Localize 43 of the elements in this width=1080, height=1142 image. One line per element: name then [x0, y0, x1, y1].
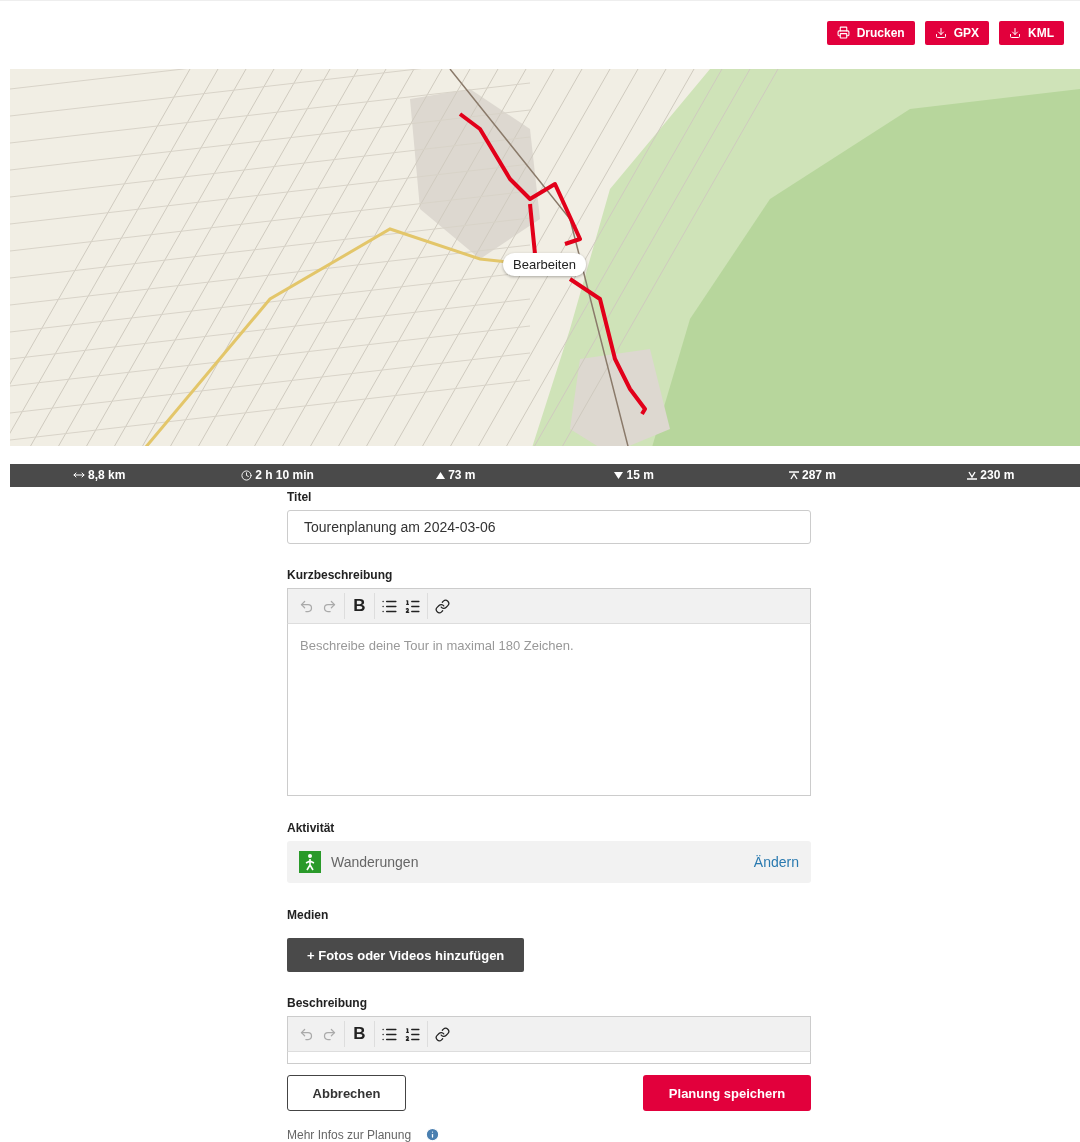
field-label: Beschreibung [287, 996, 368, 1010]
clock-icon [241, 469, 253, 481]
download-button[interactable]: KML [999, 20, 1064, 45]
valley-down-icon [967, 470, 978, 480]
stat-value: 2 h 10 min [255, 468, 314, 483]
hiker-icon [299, 851, 321, 873]
stat-value: 8,8 km [88, 468, 126, 483]
change-link[interactable]: Ändern [753, 854, 799, 870]
save-button[interactable]: Planung speichern [643, 1075, 811, 1111]
add-media-button[interactable]: + Fotos oder Videos hinzufügen [287, 938, 525, 972]
description-field[interactable] [287, 1052, 811, 1064]
stat-value: 73 m [448, 468, 476, 483]
bold-button[interactable]: B [348, 593, 371, 619]
down-triangle-icon [614, 471, 624, 479]
redo-icon [322, 598, 337, 614]
field-label: Aktivität [287, 821, 336, 835]
title-input[interactable]: Tourenplanung am 2024-03-06 [287, 510, 811, 544]
undo-icon [299, 598, 314, 614]
print-button[interactable]: Drucken [826, 20, 915, 45]
redo-icon [322, 1026, 337, 1042]
download-icon [1009, 26, 1021, 39]
link-icon [435, 1026, 450, 1042]
numbered-list-icon [404, 597, 421, 615]
link-icon [435, 598, 450, 614]
info-link[interactable]: Mehr Infos zur Planung [287, 1127, 412, 1142]
stat-value: 230 m [980, 468, 1015, 483]
field-label: Titel [287, 490, 313, 504]
stat-value: 287 m [801, 468, 836, 483]
stat-value: 15 m [626, 468, 654, 483]
peak-up-icon [788, 470, 799, 480]
up-triangle-icon [436, 471, 446, 479]
info-icon[interactable] [425, 1127, 441, 1142]
undo-icon [299, 1026, 314, 1042]
download-icon [934, 26, 947, 39]
download-button[interactable]: GPX [924, 20, 989, 45]
cancel-button[interactable]: Abbrechen [287, 1075, 406, 1111]
numbered-list-icon [404, 1025, 421, 1043]
short-description-field[interactable]: Beschreibe deine Tour in maximal 180 Zeichen. [287, 624, 811, 796]
printer-icon [836, 26, 850, 40]
field-label: Medien [287, 908, 330, 922]
bold-button[interactable]: B [348, 1021, 371, 1047]
activity-name: Wanderungen [331, 854, 420, 870]
field-label: Kurzbeschreibung [287, 568, 394, 582]
